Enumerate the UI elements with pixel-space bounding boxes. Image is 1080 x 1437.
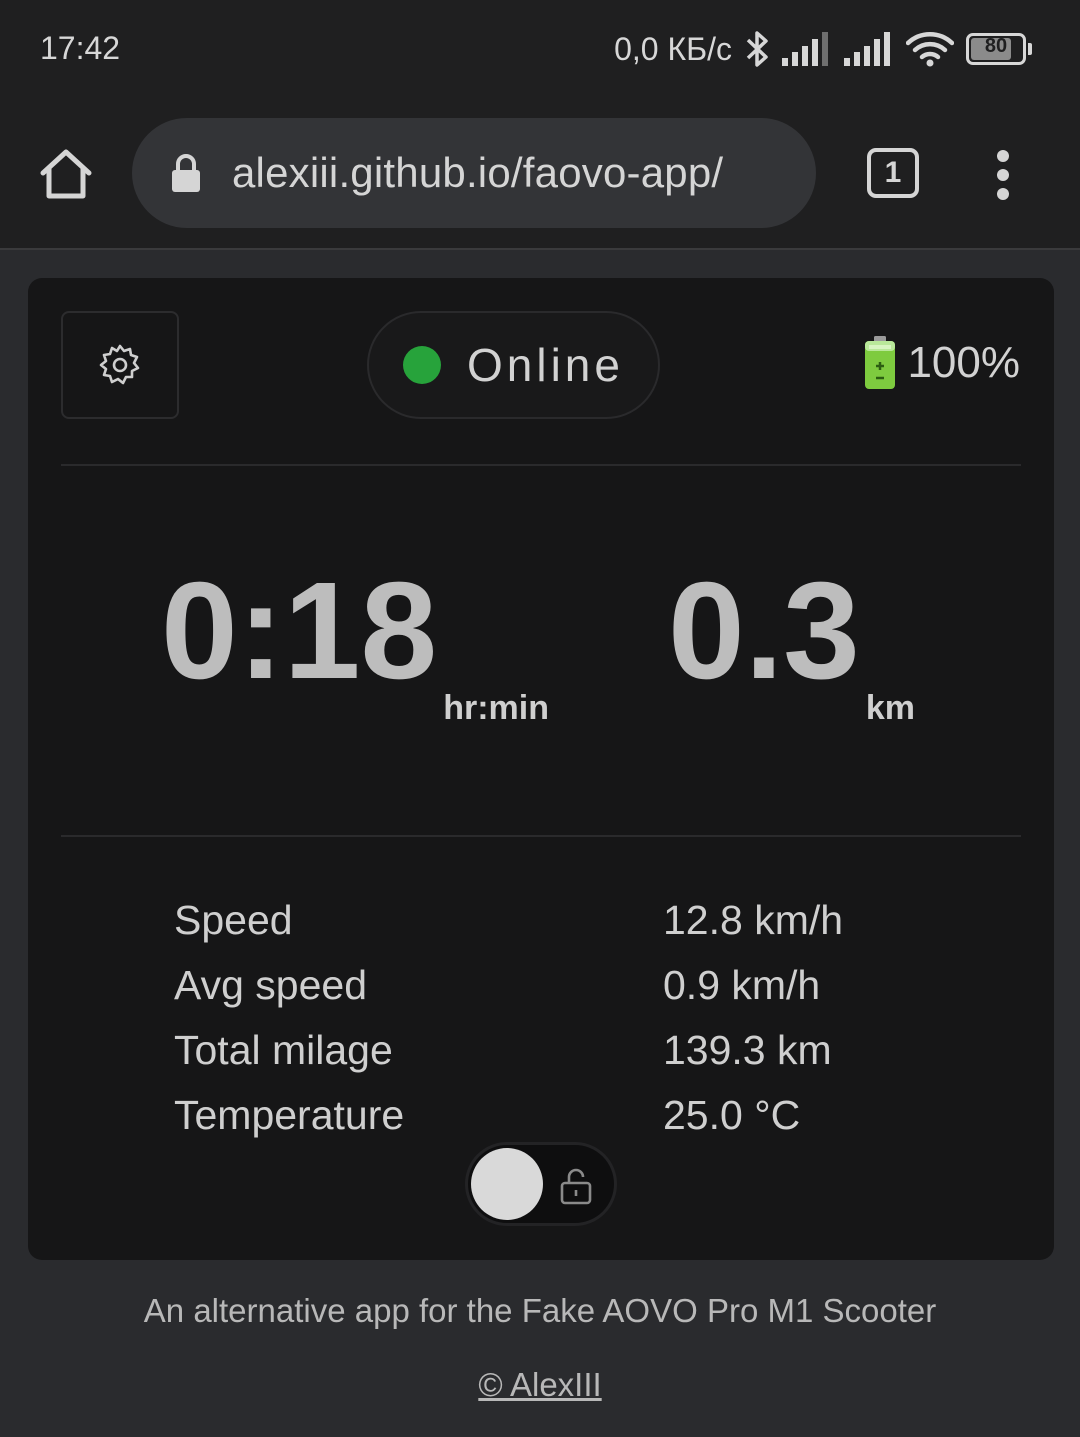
trip-time-value: 0:18 xyxy=(161,554,438,708)
more-vert-icon[interactable] xyxy=(990,150,1016,200)
signal-icon xyxy=(782,32,828,66)
stat-value: 139.3 km xyxy=(663,1027,832,1073)
stat-label: Total milage xyxy=(174,1027,393,1073)
trip-time-unit: hr:min xyxy=(443,689,549,727)
wifi-icon xyxy=(906,32,954,67)
trip-distance-value: 0.3 xyxy=(668,554,860,708)
table-row: Temperature 25.0 °C xyxy=(174,1083,934,1148)
dashboard-card: Online 100% 0:18 hr:min 0.3 km Speed 12.… xyxy=(28,278,1054,1260)
stat-value: 25.0 °C xyxy=(663,1092,801,1138)
table-row: Avg speed 0.9 km/h xyxy=(174,953,934,1018)
network-speed: 0,0 КБ/с xyxy=(614,30,732,67)
battery-icon xyxy=(865,336,896,389)
bluetooth-icon xyxy=(746,31,768,67)
trip-distance-unit: km xyxy=(865,689,915,727)
connection-status: Online xyxy=(367,311,660,419)
author-link[interactable]: © AlexIII xyxy=(0,1366,1080,1404)
tab-count: 1 xyxy=(884,156,902,189)
stat-label: Avg speed xyxy=(174,962,368,1008)
unlock-icon xyxy=(560,1168,592,1205)
address-bar[interactable]: alexiii.github.io/faovo-app/ xyxy=(132,118,816,228)
settings-button[interactable] xyxy=(61,311,179,419)
battery-percent: 80 xyxy=(984,35,1008,57)
status-time: 17:42 xyxy=(40,30,121,66)
status-label: Online xyxy=(467,339,624,391)
toggle-knob[interactable] xyxy=(471,1148,543,1220)
stat-value: 12.8 km/h xyxy=(663,897,844,943)
divider xyxy=(61,835,1021,837)
footer-description: An alternative app for the Fake AOVO Pro… xyxy=(143,1292,937,1329)
lock-toggle[interactable] xyxy=(465,1142,617,1226)
battery-level-text: 100% xyxy=(907,338,1020,387)
scooter-battery: 100% xyxy=(863,336,1020,390)
signal-icon xyxy=(844,32,890,66)
battery-icon: 80 xyxy=(966,33,1032,65)
trip-time: 0:18 hr:min xyxy=(161,554,549,727)
table-row: Total milage 139.3 km xyxy=(174,1018,934,1083)
home-icon[interactable] xyxy=(38,146,94,202)
status-bar: 17:42 0,0 КБ/с 80 xyxy=(0,0,1080,100)
tabs-icon[interactable]: 1 xyxy=(867,148,919,198)
divider xyxy=(61,464,1021,466)
table-row: Speed 12.8 km/h xyxy=(174,888,934,953)
stat-value: 0.9 km/h xyxy=(663,962,821,1008)
status-icons: 0,0 КБ/с 80 xyxy=(614,26,1032,72)
stat-label: Speed xyxy=(174,897,293,943)
browser-toolbar: alexiii.github.io/faovo-app/ 1 xyxy=(0,100,1080,250)
stats-table: Speed 12.8 km/h Avg speed 0.9 km/h Total… xyxy=(174,888,934,1148)
lock-icon xyxy=(172,154,200,192)
stat-label: Temperature xyxy=(174,1092,405,1138)
status-dot xyxy=(403,346,441,384)
trip-distance: 0.3 km xyxy=(668,554,915,727)
gear-icon xyxy=(99,344,140,385)
url-text: alexiii.github.io/faovo-app/ xyxy=(232,149,724,196)
